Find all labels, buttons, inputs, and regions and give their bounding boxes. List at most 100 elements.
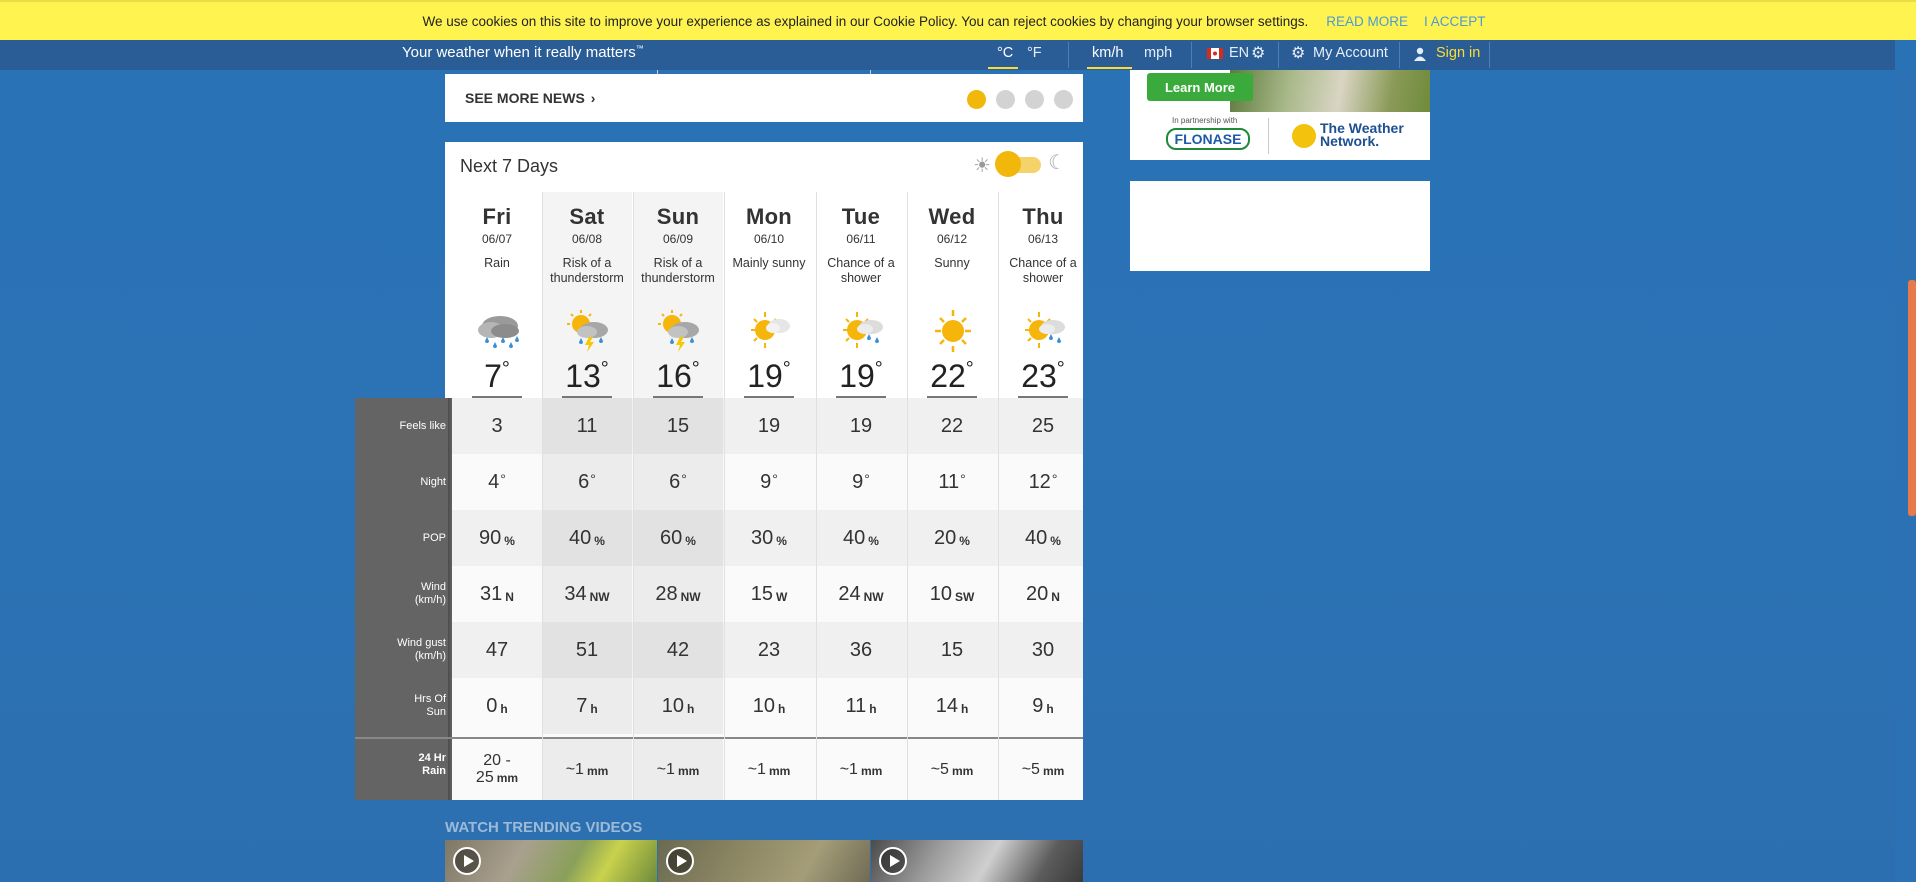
day-condition: Chance of a shower: [1009, 256, 1077, 285]
label-24hr-rain: 24 Hr Rain: [418, 752, 446, 777]
day-name: Thu: [1022, 204, 1064, 229]
label-hours-of-sun: Hrs Of Sun: [414, 693, 446, 718]
pop-row: 90% 40% 60% 30% 40% 20% 40%: [452, 510, 1083, 566]
table-cell: 22: [940, 414, 964, 437]
table-cell: ~5 mm: [1021, 760, 1065, 779]
table-cell: 40%: [542, 510, 632, 566]
day-temperature: 13°: [565, 358, 609, 394]
ad-divider: [1268, 118, 1269, 154]
table-cell: 20 N: [1026, 582, 1060, 605]
see-more-news-link[interactable]: SEE MORE NEWS: [465, 90, 585, 106]
weather-network-logo: The Weather Network.: [1320, 120, 1404, 149]
table-cell: 6 °: [633, 454, 723, 510]
label-pop: POP: [422, 532, 446, 544]
video-thumbnail-1[interactable]: [445, 840, 657, 882]
lang-gear-icon[interactable]: ⚙: [1251, 43, 1265, 63]
language-select[interactable]: EN: [1229, 45, 1249, 61]
day-night-toggle-knob[interactable]: [995, 151, 1021, 177]
table-cell: 10 h: [752, 694, 786, 717]
table-cell: 42: [633, 622, 723, 678]
nav-divider: [1399, 42, 1400, 68]
thunderstorm-icon: [654, 310, 704, 352]
day-condition: Rain: [484, 256, 510, 270]
day-date: 06/09: [662, 232, 694, 246]
ad-partnership-text: In partnership with: [1172, 116, 1238, 125]
carousel-dot-2[interactable]: [996, 90, 1015, 109]
day-temperature: 7°: [484, 358, 510, 394]
day-column-mon: Mon 06/10 Mainly sunny 19°: [724, 192, 814, 398]
label-feels-like: Feels like: [399, 420, 446, 432]
day-name: Sun: [656, 204, 700, 229]
label-wind-gust: Wind gust (km/h): [397, 637, 446, 662]
table-cell: 60%: [633, 510, 723, 566]
table-cell: ~1 mm: [542, 739, 632, 800]
nav-divider: [1278, 42, 1279, 68]
flonase-ad[interactable]: Learn More In partnership with FLONASE T…: [1130, 70, 1430, 160]
accept-cookies-link[interactable]: I ACCEPT: [1424, 14, 1486, 29]
read-more-link[interactable]: READ MORE: [1326, 14, 1408, 29]
unit-celsius-toggle[interactable]: °C: [997, 45, 1013, 61]
table-cell: 19: [849, 414, 873, 437]
feels-like-row: 3 11 15 19 19 22 25: [452, 398, 1083, 454]
column-divider: [998, 192, 999, 800]
learn-more-button[interactable]: Learn More: [1147, 73, 1253, 101]
night-row: 4 ° 6 ° 6 ° 9 ° 9 ° 11 ° 12 °: [452, 454, 1083, 510]
scrollbar-thumb[interactable]: [1908, 280, 1916, 516]
day-temperature: 16°: [656, 358, 700, 394]
my-account-link[interactable]: My Account: [1313, 45, 1388, 61]
table-cell: ~5 mm: [930, 760, 974, 779]
user-icon[interactable]: [1413, 47, 1427, 65]
table-cell: 31 N: [480, 582, 514, 605]
day-temperature: 19°: [747, 358, 791, 394]
table-cell: 40%: [1025, 526, 1061, 549]
day-column-thu: Thu 06/13 Chance of a shower 23°: [998, 192, 1088, 398]
canada-flag-icon[interactable]: [1207, 47, 1223, 63]
table-cell: ~1 mm: [839, 760, 883, 779]
play-icon[interactable]: [879, 847, 907, 875]
label-wind: Wind (km/h): [414, 581, 446, 606]
table-cell: 14 h: [935, 694, 969, 717]
play-icon[interactable]: [453, 847, 481, 875]
day-date: 06/07: [481, 232, 513, 246]
table-cell: 10 h: [633, 678, 723, 734]
sunny-icon: [928, 310, 978, 352]
day-condition: Mainly sunny: [732, 256, 806, 270]
column-divider: [633, 192, 634, 800]
table-cell: 28 NW: [633, 566, 723, 622]
table-cell: 15: [940, 638, 964, 661]
video-thumbnail-3[interactable]: [871, 840, 1083, 882]
table-cell: 9 °: [760, 470, 778, 493]
day-name: Fri: [482, 204, 512, 229]
thunderstorm-icon: [563, 310, 613, 352]
table-cell: 12 °: [1028, 470, 1058, 493]
play-icon[interactable]: [666, 847, 694, 875]
chevron-right-icon[interactable]: ›: [591, 90, 596, 106]
day-condition: Chance of a shower: [827, 256, 895, 285]
day-sun-icon[interactable]: ☀: [973, 153, 991, 178]
rain-icon: [473, 310, 523, 352]
column-divider: [816, 192, 817, 800]
table-cell: 3: [491, 414, 503, 437]
celsius-underline: [988, 67, 1018, 69]
table-cell: 36: [849, 638, 873, 661]
table-cell: 7h: [542, 678, 632, 734]
column-divider: [724, 192, 725, 800]
top-nav: Your weather when it really matters™ °C …: [0, 40, 1895, 70]
sign-in-link[interactable]: Sign in: [1436, 45, 1480, 61]
unit-fahrenheit-toggle[interactable]: °F: [1027, 45, 1042, 61]
hours-of-sun-row: 0 h 7 h 10 h 10 h 11 h 14 h 9 h: [452, 678, 1083, 737]
news-carousel-dots: [967, 90, 1073, 109]
day-name: Mon: [745, 204, 793, 229]
account-gear-icon[interactable]: ⚙: [1291, 43, 1305, 63]
carousel-dot-4[interactable]: [1054, 90, 1073, 109]
carousel-dot-1[interactable]: [967, 90, 986, 109]
unit-mph-toggle[interactable]: mph: [1144, 45, 1172, 61]
rain-row-divider: [355, 737, 452, 739]
night-moon-icon[interactable]: ☾: [1048, 150, 1066, 175]
day-date: 06/12: [936, 232, 968, 246]
day-condition: Risk of a thunderstorm: [550, 256, 624, 285]
unit-kmh-toggle[interactable]: km/h: [1092, 45, 1123, 61]
table-cell: 47: [485, 638, 509, 661]
video-thumbnail-2[interactable]: [658, 840, 870, 882]
carousel-dot-3[interactable]: [1025, 90, 1044, 109]
